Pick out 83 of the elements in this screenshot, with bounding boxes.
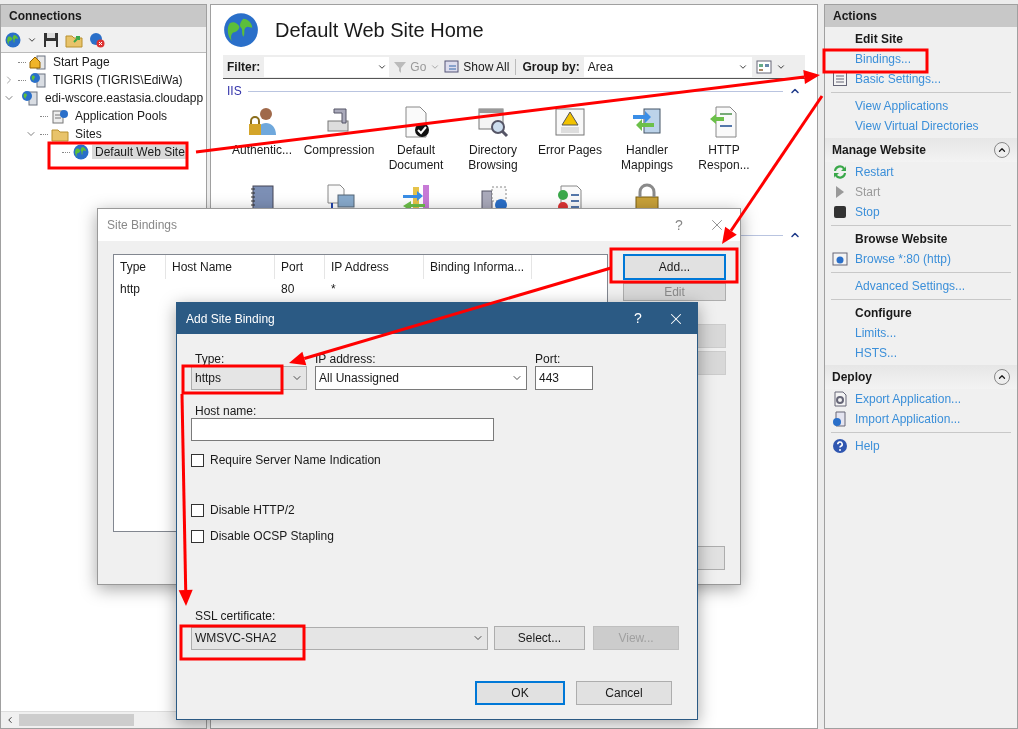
checkbox[interactable] [191, 529, 204, 543]
feature-item[interactable]: HTTP Respon... [687, 105, 761, 173]
port-field[interactable]: 443 [535, 366, 593, 390]
tree-item[interactable]: Start Page [50, 55, 113, 69]
section-title: Deploy [832, 369, 872, 386]
collapse-toggle[interactable] [994, 369, 1010, 385]
tree-item[interactable]: Default Web Site [92, 145, 188, 159]
document-gear-icon [832, 391, 848, 407]
field-label: SSL certificate: [194, 609, 276, 623]
filter-label: Filter: [227, 58, 261, 76]
dialog-button[interactable]: Add... [623, 254, 726, 280]
column-header[interactable]: Type [114, 255, 166, 279]
filter-field[interactable] [264, 56, 390, 77]
chevron-up-icon [997, 145, 1007, 155]
show-all-button[interactable]: Show All [444, 57, 510, 76]
feature-item[interactable]: Compression [302, 105, 376, 173]
window-list-icon [444, 59, 461, 74]
ssl-certificate-dropdown[interactable]: WMSVC-SHA2 [191, 626, 488, 650]
binding-row[interactable]: http 80 * [114, 279, 607, 299]
document-globe-icon [832, 411, 848, 427]
section-heading: Edit Site [855, 31, 903, 48]
disconnect-icon[interactable] [89, 31, 105, 48]
server-icon [21, 90, 39, 106]
help-button[interactable]: ? [656, 214, 702, 236]
stop-icon [832, 204, 848, 220]
panel-title: Actions [833, 8, 877, 25]
chevron-up-icon [997, 372, 1007, 382]
dialog-button[interactable]: Select... [494, 626, 585, 650]
server-icon [29, 72, 47, 88]
group-title: IIS [227, 83, 242, 100]
connect-globe-icon [5, 31, 21, 48]
table-cell: http [120, 282, 140, 296]
start-page-icon [29, 54, 47, 70]
refresh-icon [832, 164, 848, 180]
save-icon[interactable] [43, 31, 59, 48]
window-magnifier-icon [476, 105, 510, 139]
column-header[interactable]: Port [275, 255, 325, 279]
checkbox-label: Require Server Name Indication [210, 452, 381, 469]
funnel-icon [393, 59, 408, 74]
globe-icon [223, 12, 259, 48]
tree-item[interactable]: TIGRIS (TIGRIS\EdiWa) [50, 73, 186, 87]
globe-icon [73, 144, 89, 160]
browser-icon [832, 251, 848, 267]
panel-title: Connections [9, 8, 82, 25]
section-heading: Configure [855, 305, 912, 322]
section-heading: Browse Website [855, 231, 948, 248]
checkbox-label: Disable OCSP Stapling [210, 528, 334, 545]
checkbox[interactable] [191, 503, 204, 517]
help-button[interactable]: ? [615, 308, 661, 329]
view-icon[interactable] [755, 59, 772, 74]
feature-item[interactable]: Default Document [379, 105, 453, 173]
column-header[interactable]: IP Address [325, 255, 424, 279]
dialog-button[interactable]: OK [475, 681, 565, 705]
section-title: Manage Website [832, 142, 926, 159]
feature-item[interactable]: Directory Browsing [456, 105, 530, 173]
group-by-dropdown[interactable]: Area [583, 56, 752, 77]
checkbox-label: Disable HTTP/2 [210, 502, 295, 519]
table-cell: * [331, 282, 336, 296]
page-title: Default Web Site Home [275, 18, 484, 43]
tree-item[interactable]: Sites [72, 127, 105, 141]
checkbox[interactable] [191, 453, 204, 467]
field-label: Type: [194, 351, 226, 366]
help-icon [832, 438, 848, 454]
dialog-button[interactable]: Cancel [576, 681, 672, 705]
column-header[interactable]: Binding Informa... [424, 255, 532, 279]
warning-window-icon [553, 105, 587, 139]
dialog-title: Add Site Binding [186, 310, 275, 328]
ip-address-dropdown[interactable]: All Unassigned [315, 366, 527, 390]
host-name-field[interactable] [191, 418, 494, 441]
field-label: Port: [535, 351, 562, 366]
tree-item[interactable]: edi-wscore.eastasia.cloudapp [42, 91, 206, 105]
feature-item[interactable]: Handler Mappings [610, 105, 684, 173]
tree-item[interactable]: Application Pools [72, 109, 171, 123]
group-by-label: Group by: [522, 58, 580, 76]
column-header[interactable]: Host Name [166, 255, 275, 279]
collapse-toggle[interactable] [994, 142, 1010, 158]
type-dropdown[interactable]: https [191, 366, 307, 390]
dialog-title: Site Bindings [107, 217, 178, 234]
feature-item[interactable]: Error Pages [533, 105, 607, 173]
folder-icon [51, 126, 69, 142]
feature-item[interactable]: Authentic... [225, 105, 299, 173]
table-cell: 80 [281, 282, 295, 296]
field-label: Host name: [194, 403, 258, 418]
